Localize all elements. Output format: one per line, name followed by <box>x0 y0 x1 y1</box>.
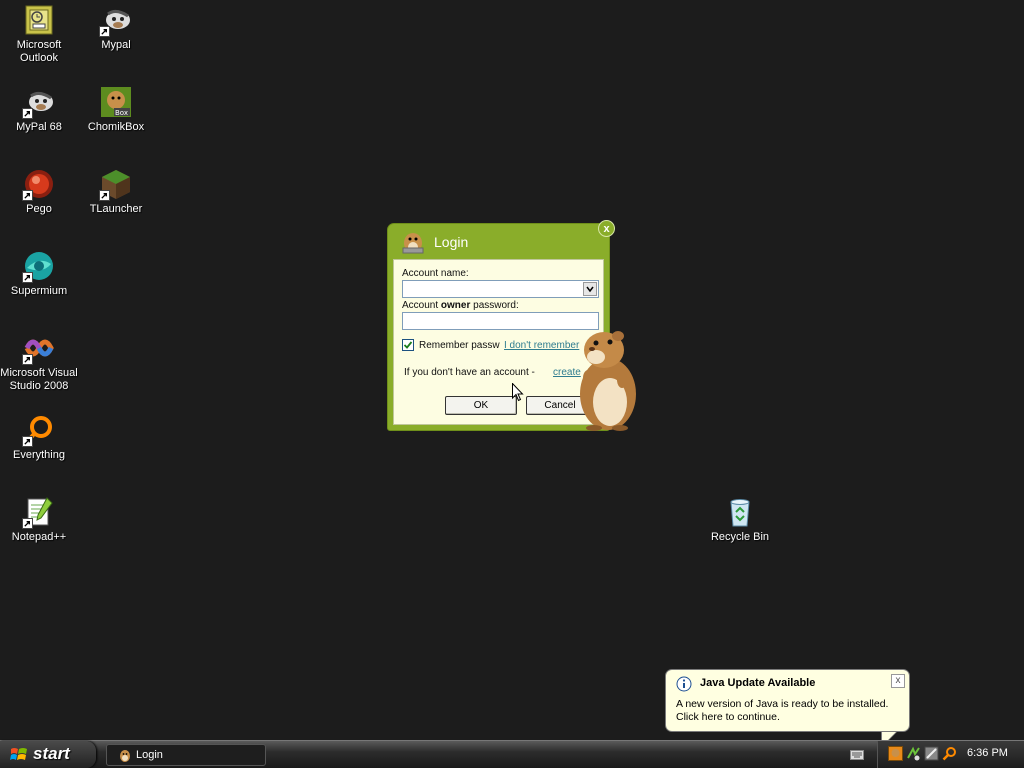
visual-studio-icon <box>22 332 55 365</box>
taskbar-button-login[interactable]: Login <box>106 744 266 766</box>
balloon-title: Java Update Available <box>700 677 816 689</box>
desktop-icon-label: Recycle Bin <box>710 531 770 543</box>
notepadpp-icon <box>22 496 55 529</box>
shortcut-arrow-icon <box>22 108 33 119</box>
mypal-icon <box>99 4 132 37</box>
search-tray-icon[interactable] <box>942 746 957 761</box>
password-field[interactable] <box>402 312 599 330</box>
login-form: Account name: Account owner password: Re… <box>393 259 604 425</box>
hamster-mascot <box>574 328 638 432</box>
info-icon <box>676 676 692 692</box>
desktop-icon-notepadpp[interactable]: Notepad++ <box>0 496 78 544</box>
start-button[interactable]: start <box>0 741 96 768</box>
desktop-icon-label: Microsoft Outlook <box>16 39 62 64</box>
hamster-logo-icon <box>400 228 426 254</box>
desktop-icon-tlauncher[interactable]: TLauncher <box>77 168 155 216</box>
remember-password-checkbox[interactable] <box>402 339 414 351</box>
shortcut-arrow-icon <box>22 354 33 365</box>
mouse-cursor-icon <box>512 382 524 402</box>
clock[interactable]: 6:36 PM <box>967 747 1008 759</box>
keyboard-icon[interactable] <box>850 750 864 760</box>
tlauncher-icon <box>99 168 132 201</box>
shortcut-arrow-icon <box>99 190 110 201</box>
network-tray-icon[interactable] <box>924 746 939 761</box>
chomikbox-icon: Box <box>100 86 132 118</box>
windows-logo-icon <box>10 746 28 763</box>
checkmark-icon <box>403 341 413 349</box>
desktop-icon-supermium[interactable]: Supermium <box>0 250 78 298</box>
forgot-password-link[interactable]: I don't remember <box>504 340 579 351</box>
desktop-icon-mypal[interactable]: Mypal <box>77 4 155 52</box>
password-label: Account owner password: <box>402 300 519 311</box>
balloon-message[interactable]: A new version of Java is ready to be ins… <box>676 698 906 724</box>
desktop-icon-label: Notepad++ <box>11 531 67 543</box>
start-label: start <box>33 744 70 763</box>
taskbar-button-label: Login <box>136 749 163 761</box>
hamster-app-icon <box>118 748 132 762</box>
desktop-icon-outlook[interactable]: Microsoft Outlook <box>0 4 78 65</box>
mypal68-icon <box>22 86 55 119</box>
desktop-icon-chomikbox[interactable]: Box ChomikBox <box>77 86 155 134</box>
ok-button[interactable]: OK <box>445 396 517 415</box>
close-button[interactable]: x <box>598 220 615 237</box>
desktop-icon-pego[interactable]: Pego <box>0 168 78 216</box>
desktop-icon-label: ChomikBox <box>87 121 145 133</box>
update-tray-icon[interactable] <box>906 746 921 761</box>
recycle-bin-icon <box>724 496 756 528</box>
shortcut-arrow-icon <box>99 26 110 37</box>
desktop-icon-label: TLauncher <box>89 203 143 215</box>
chevron-down-icon[interactable] <box>583 282 597 296</box>
pego-icon <box>22 168 55 201</box>
chomikbox-tray-icon[interactable] <box>888 746 903 761</box>
desktop-icon-label: Microsoft Visual Studio 2008 <box>0 367 78 392</box>
desktop-icon-recycle-bin[interactable]: Recycle Bin <box>701 496 779 544</box>
desktop-icon-label: Supermium <box>10 285 68 297</box>
account-name-combobox[interactable] <box>402 280 599 298</box>
outlook-icon <box>23 4 55 36</box>
balloon-close-button[interactable]: x <box>891 674 905 688</box>
taskbar: start Login 6:36 PM <box>0 740 1024 768</box>
shortcut-arrow-icon <box>22 190 33 201</box>
desktop-icon-visual-studio[interactable]: Microsoft Visual Studio 2008 <box>0 332 78 393</box>
dialog-title: Login <box>434 234 469 250</box>
supermium-icon <box>22 250 55 283</box>
remember-password-label: Remember passw <box>419 340 500 351</box>
desktop-icon-everything[interactable]: Everything <box>0 414 78 462</box>
desktop-icon-label: MyPal 68 <box>16 121 62 133</box>
desktop-icon-label: Mypal <box>101 39 131 51</box>
account-name-label: Account name: <box>402 268 469 279</box>
shortcut-arrow-icon <box>22 272 33 283</box>
desktop-icon-label: Pego <box>26 203 52 215</box>
everything-icon <box>22 414 55 447</box>
desktop-icon-mypal68[interactable]: MyPal 68 <box>0 86 78 134</box>
desktop-icon-label: Everything <box>13 449 65 461</box>
shortcut-arrow-icon <box>22 436 33 447</box>
no-account-text: If you don't have an account - <box>404 367 535 378</box>
svg-text:Box: Box <box>115 109 128 117</box>
java-update-balloon[interactable]: Java Update Available x A new version of… <box>665 669 910 748</box>
shortcut-arrow-icon <box>22 518 33 529</box>
